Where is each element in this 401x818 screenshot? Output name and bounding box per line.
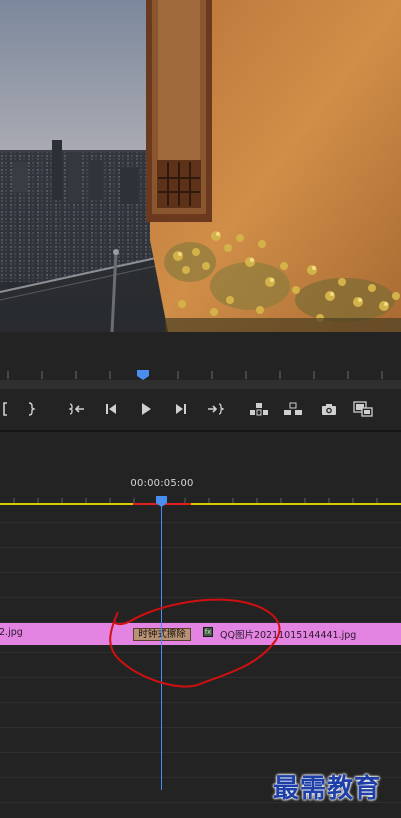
watermark-logo: 最需教育 — [273, 774, 382, 804]
track-separator — [0, 727, 401, 728]
step-back-icon — [104, 403, 118, 415]
compare-view-button[interactable] — [352, 399, 374, 419]
compare-icon — [353, 401, 373, 417]
track-separator — [0, 702, 401, 703]
clip-left-name: 2.jpg — [0, 627, 23, 638]
clip-right-name: QQ图片20211015144441.jpg — [220, 630, 357, 641]
play-icon — [139, 402, 153, 416]
timeline-playhead-icon[interactable] — [156, 492, 167, 507]
go-to-out-icon — [206, 402, 224, 416]
monitor-playhead-icon[interactable] — [137, 365, 149, 380]
video-track-clips[interactable]: 2.jpg QQ图片20211015144441.jpg — [0, 623, 401, 645]
track-separator — [0, 597, 401, 598]
timeline-playhead-line[interactable] — [161, 500, 162, 790]
step-forward-button[interactable] — [170, 399, 192, 419]
playhead-timecode: 00:00:05:00 — [130, 478, 194, 489]
camera-icon — [321, 403, 337, 416]
monitor-time-ruler[interactable] — [0, 366, 401, 380]
lift-button[interactable] — [248, 399, 270, 419]
track-separator — [0, 677, 401, 678]
transport-controls — [0, 389, 401, 429]
track-separator — [0, 547, 401, 548]
bracket-close-icon — [26, 401, 36, 417]
work-area-bar[interactable] — [0, 503, 401, 505]
clock-wipe-transition[interactable]: 时钟式擦除 — [133, 628, 191, 641]
step-forward-icon — [174, 403, 188, 415]
step-back-button[interactable] — [100, 399, 122, 419]
go-to-in-button[interactable] — [66, 399, 88, 419]
monitor-zoom-scrollbar[interactable] — [0, 380, 401, 389]
mark-in-button[interactable] — [0, 399, 16, 419]
track-separator — [0, 652, 401, 653]
extract-icon — [283, 402, 303, 416]
play-button[interactable] — [135, 399, 157, 419]
lift-icon — [249, 402, 269, 416]
program-monitor-preview — [0, 0, 401, 332]
track-separator — [0, 572, 401, 573]
go-to-out-button[interactable] — [204, 399, 226, 419]
export-frame-button[interactable] — [318, 399, 340, 419]
bracket-open-icon — [0, 401, 10, 417]
preview-image — [0, 0, 401, 332]
fx-badge-icon[interactable]: fx — [203, 627, 213, 637]
go-to-in-icon — [68, 402, 86, 416]
track-separator — [0, 522, 401, 523]
track-separator — [0, 752, 401, 753]
extract-button[interactable] — [282, 399, 304, 419]
mark-out-button[interactable] — [20, 399, 42, 419]
